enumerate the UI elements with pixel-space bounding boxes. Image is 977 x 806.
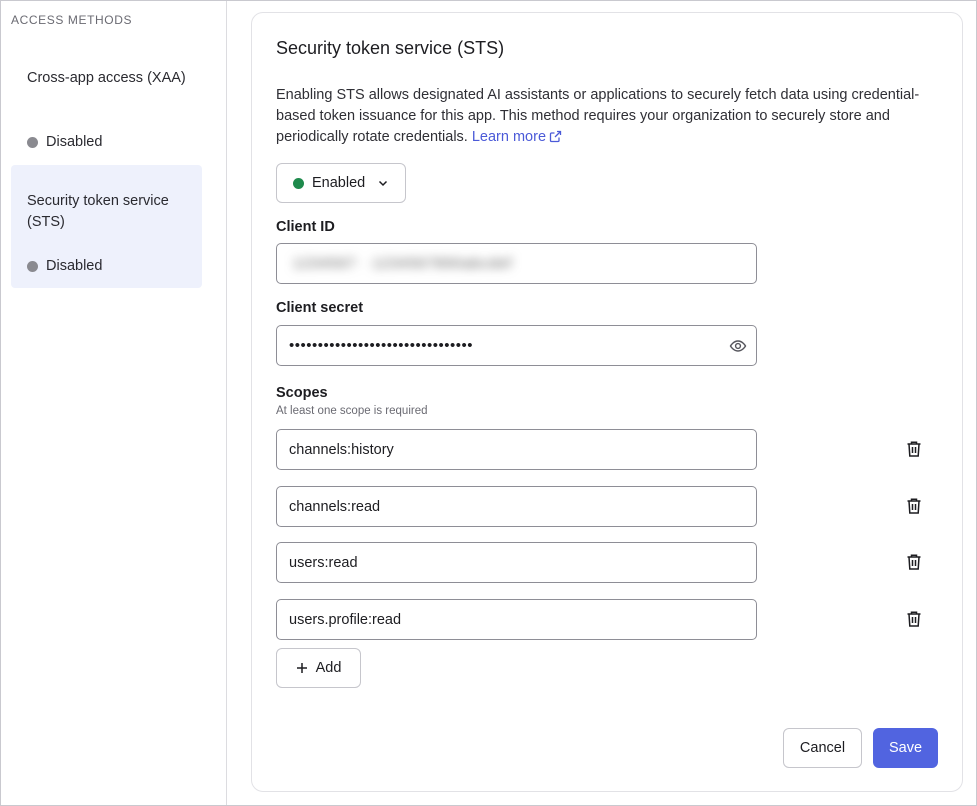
scope-row: users.profile:read [276,599,936,640]
save-button[interactable]: Save [873,728,938,768]
add-scope-label: Add [315,660,342,676]
chevron-down-icon [379,180,388,187]
sidebar-heading: ACCESS METHODS [11,13,133,27]
status-dot-icon [27,136,38,148]
trash-icon[interactable] [906,497,922,515]
enabled-dot-icon [293,177,304,189]
scope-row: channels:read [276,486,936,527]
trash-icon[interactable] [906,610,922,628]
client-secret-field[interactable]: •••••••••••••••••••••••••••••••• [276,325,757,366]
scope-input[interactable]: users:read [276,542,757,583]
sidebar-item-status-label: Disabled [46,134,103,150]
scope-input[interactable]: users.profile:read [276,599,757,640]
sidebar-item-status-label: Disabled [46,258,103,274]
card-title: Security token service (STS) [276,38,505,58]
show-password-eye-icon[interactable] [729,337,747,355]
description-text: Enabling STS allows designated AI assist… [276,87,920,145]
status-dropdown-value: Enabled [312,175,366,191]
scope-row: users:read [276,542,936,583]
scopes-label: Scopes [276,385,328,401]
trash-icon[interactable] [906,440,922,458]
client-id-label: Client ID [276,219,335,235]
scope-input[interactable]: channels:history [276,429,757,470]
cancel-button[interactable]: Cancel [783,728,862,768]
add-scope-button[interactable]: Add [276,648,361,688]
sidebar-item-xaa[interactable]: Cross-app access (XAA) Disabled [11,53,202,163]
status-dot-icon [27,260,38,272]
sidebar: ACCESS METHODS Cross-app access (XAA) Di… [1,1,227,805]
scope-row: channels:history [276,429,936,470]
client-id-value: 1234567 · 1234567890abcdef [293,255,513,272]
scope-input[interactable]: channels:read [276,486,757,527]
client-id-field[interactable]: 1234567 · 1234567890abcdef [276,243,757,284]
client-secret-value: •••••••••••••••••••••••••••••••• [289,337,474,354]
plus-icon [296,663,307,673]
trash-icon[interactable] [906,553,922,571]
sidebar-item-status: Disabled [27,258,102,274]
sidebar-item-sts[interactable]: Security token service (STS) Disabled [11,165,202,288]
status-dropdown[interactable]: Enabled [276,163,406,203]
sts-settings-card: Security token service (STS) Enabling ST… [251,12,963,792]
sidebar-item-title: Security token service (STS) [27,193,169,230]
external-link-icon [549,130,562,143]
learn-more-link[interactable]: Learn more [472,129,562,145]
sidebar-item-title: Cross-app access (XAA) [27,70,186,86]
scopes-hint: At least one scope is required [276,405,428,417]
client-secret-label: Client secret [276,300,364,316]
description: Enabling STS allows designated AI assist… [276,85,936,148]
sidebar-item-status: Disabled [27,134,102,150]
